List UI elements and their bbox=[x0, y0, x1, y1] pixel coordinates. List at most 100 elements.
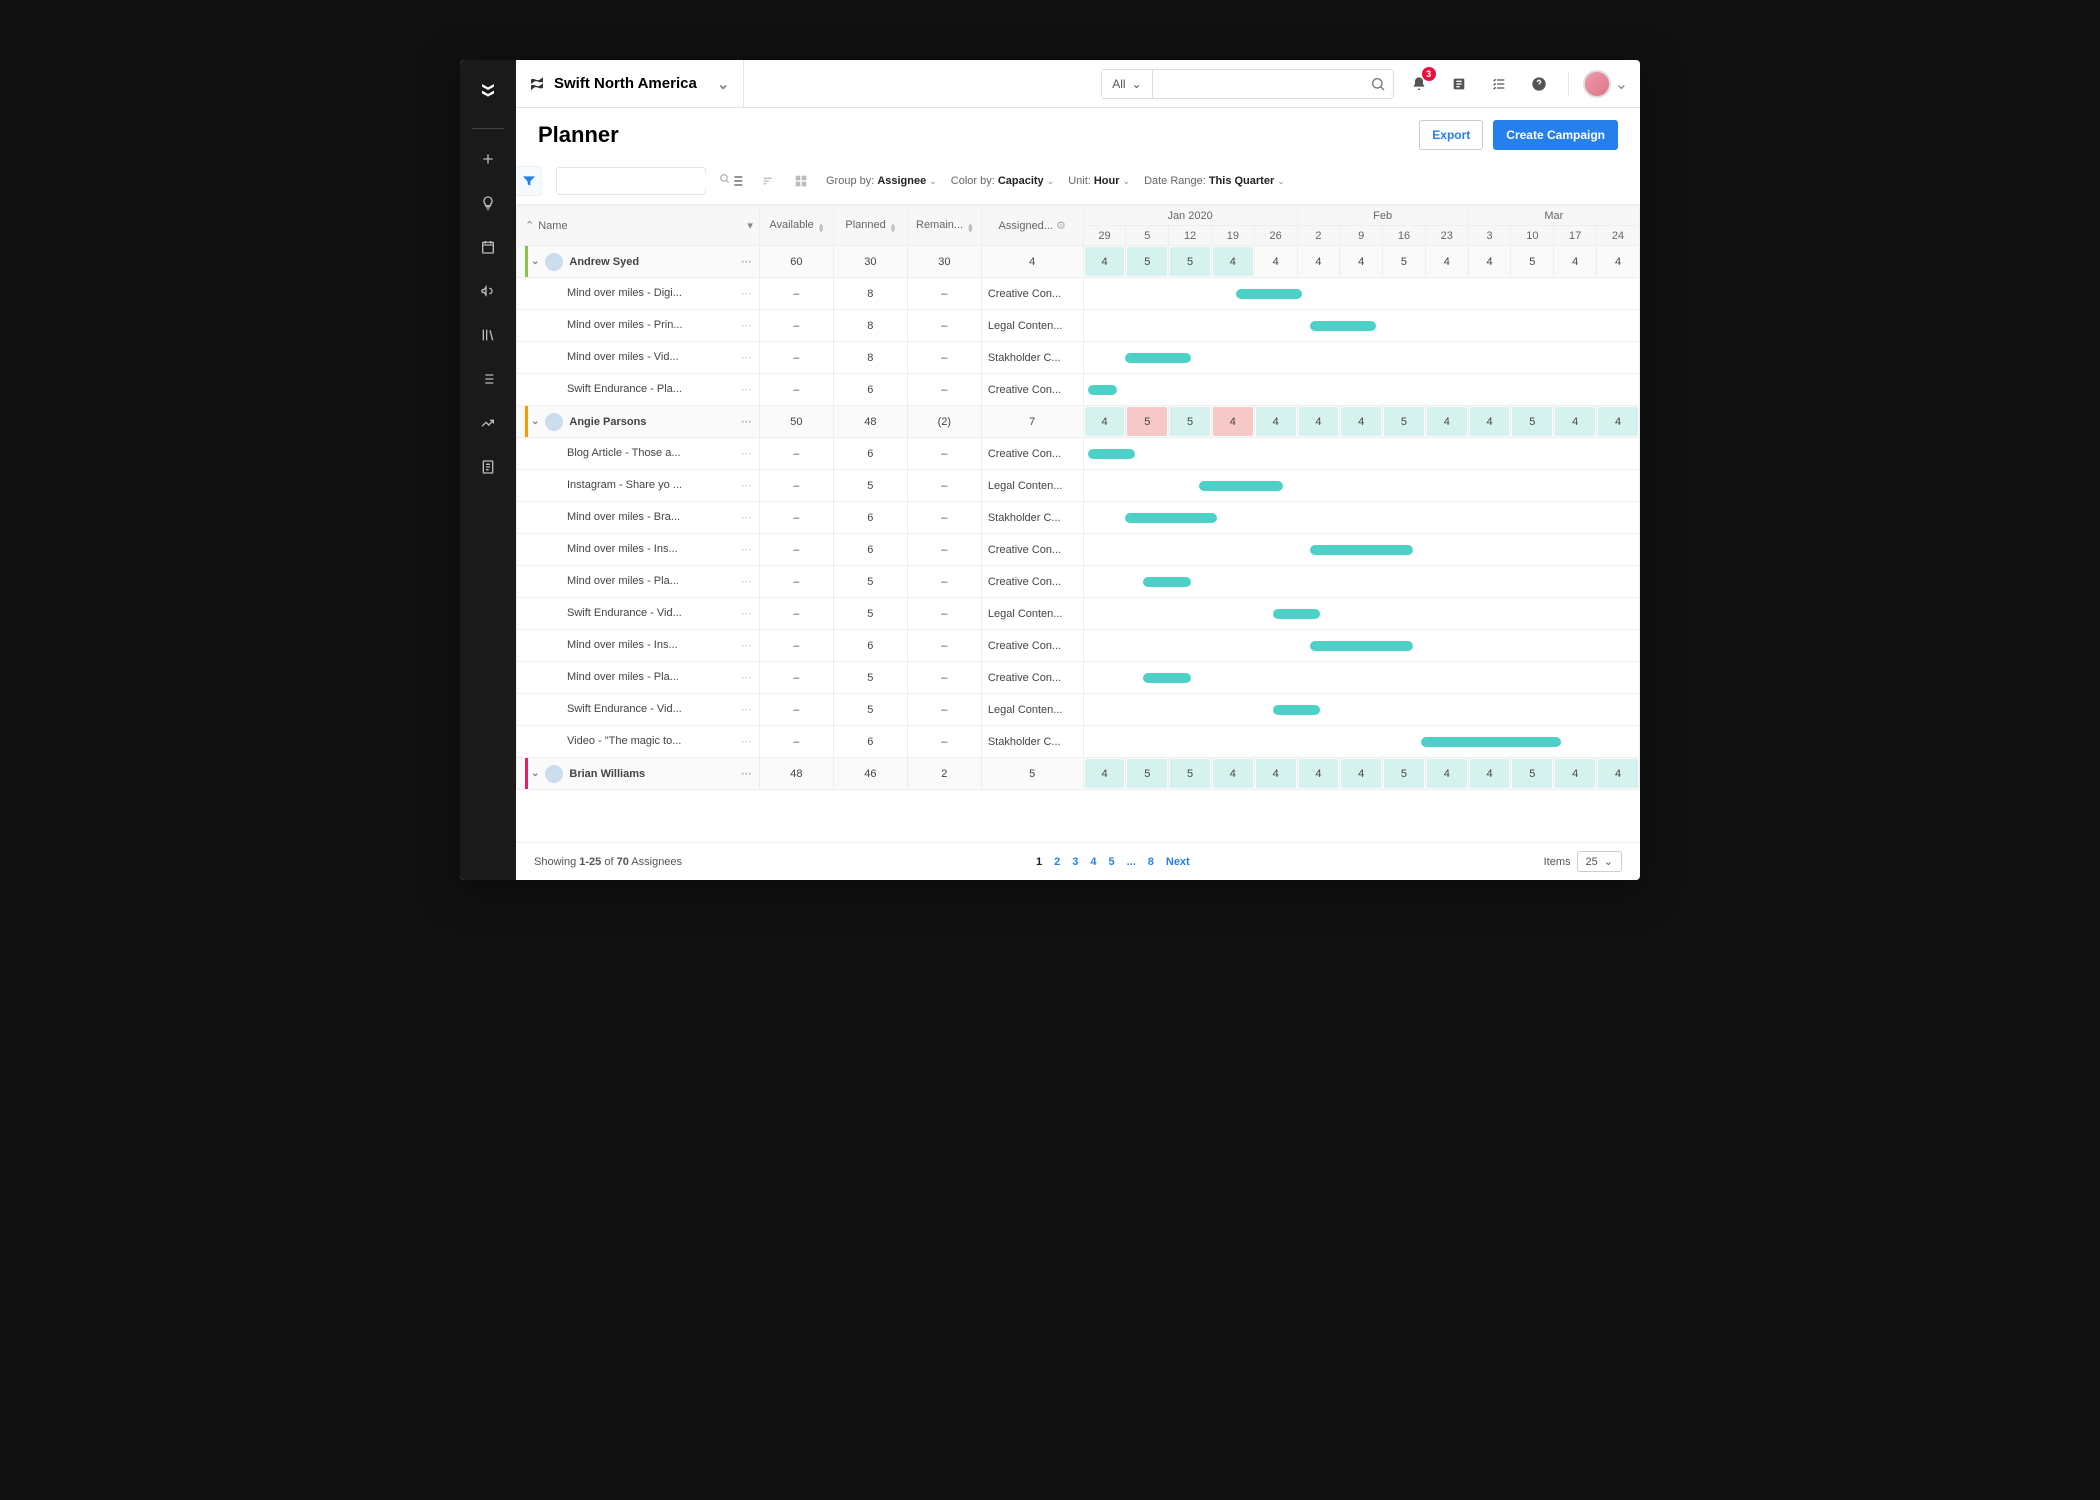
more-icon[interactable]: ⋯ bbox=[735, 383, 759, 396]
col-assigned[interactable]: Assigned... ⚙ bbox=[981, 206, 1083, 246]
list-icon[interactable] bbox=[468, 359, 508, 399]
notifications-icon[interactable]: 3 bbox=[1404, 69, 1434, 99]
collapse-icon[interactable]: ⌄ bbox=[531, 416, 539, 427]
sort-icon[interactable]: ▴▾ bbox=[819, 223, 824, 233]
collapse-icon[interactable]: ⌄ bbox=[531, 768, 539, 779]
page-link[interactable]: 2 bbox=[1054, 856, 1060, 868]
more-icon[interactable]: ⋯ bbox=[735, 607, 759, 620]
page-link[interactable]: 3 bbox=[1072, 856, 1078, 868]
assigned-cell: Creative Con... bbox=[981, 374, 1083, 406]
more-icon[interactable]: ⋯ bbox=[735, 255, 759, 268]
export-button[interactable]: Export bbox=[1419, 120, 1483, 150]
col-remaining[interactable]: Remain... ▴▾ bbox=[907, 206, 981, 246]
gantt-bar[interactable] bbox=[1199, 481, 1284, 491]
more-icon[interactable]: ⋯ bbox=[735, 767, 759, 780]
gantt-bar[interactable] bbox=[1125, 513, 1217, 523]
task-name: Mind over miles - Digi... bbox=[567, 287, 682, 299]
global-search: All⌄ bbox=[1101, 69, 1393, 99]
more-icon[interactable]: ⋯ bbox=[735, 575, 759, 588]
page-link[interactable]: 1 bbox=[1036, 856, 1042, 868]
sort-icon[interactable] bbox=[758, 170, 780, 192]
col-name[interactable]: ⌃Name▾ bbox=[517, 206, 760, 246]
search-filter-select[interactable]: All⌄ bbox=[1102, 70, 1152, 98]
create-campaign-button[interactable]: Create Campaign bbox=[1493, 120, 1618, 150]
search-input[interactable] bbox=[1153, 70, 1363, 98]
assigned-cell: Legal Conten... bbox=[981, 694, 1083, 726]
col-available[interactable]: Available ▴▾ bbox=[759, 206, 833, 246]
more-icon[interactable]: ⋯ bbox=[735, 671, 759, 684]
user-menu[interactable]: ⌄ bbox=[1583, 70, 1628, 98]
gantt-bar[interactable] bbox=[1310, 641, 1413, 651]
capacity-cell: 4 bbox=[1297, 758, 1340, 790]
gantt-bar[interactable] bbox=[1273, 705, 1321, 715]
library-icon[interactable] bbox=[468, 315, 508, 355]
more-icon[interactable]: ⋯ bbox=[735, 543, 759, 556]
capacity-cell: 4 bbox=[1468, 758, 1511, 790]
megaphone-icon[interactable] bbox=[468, 271, 508, 311]
more-icon[interactable]: ⋯ bbox=[735, 415, 759, 428]
more-icon[interactable]: ⋯ bbox=[735, 703, 759, 716]
logo-icon[interactable] bbox=[468, 70, 508, 110]
color-by-select[interactable]: Color by: Capacity⌄ bbox=[951, 175, 1054, 187]
gantt-bar[interactable] bbox=[1310, 321, 1376, 331]
gantt-bar[interactable] bbox=[1125, 353, 1191, 363]
next-page[interactable]: Next bbox=[1166, 856, 1190, 868]
gantt-bar[interactable] bbox=[1421, 737, 1561, 747]
document-icon[interactable] bbox=[468, 447, 508, 487]
planned-cell: 8 bbox=[833, 342, 907, 374]
items-select[interactable]: 25⌄ bbox=[1577, 851, 1622, 872]
gantt-bar[interactable] bbox=[1143, 577, 1191, 587]
plus-icon[interactable] bbox=[468, 139, 508, 179]
gantt-bar[interactable] bbox=[1143, 673, 1191, 683]
page-header: Planner Export Create Campaign bbox=[516, 108, 1640, 162]
page-link[interactable]: 4 bbox=[1090, 856, 1096, 868]
more-icon[interactable]: ⋯ bbox=[735, 639, 759, 652]
date-range-select[interactable]: Date Range: This Quarter⌄ bbox=[1144, 175, 1285, 187]
gantt-bar[interactable] bbox=[1088, 449, 1136, 459]
assigned-cell: Legal Conten... bbox=[981, 598, 1083, 630]
grid-view-icon[interactable] bbox=[790, 170, 812, 192]
more-icon[interactable]: ⋯ bbox=[735, 479, 759, 492]
checklist-icon[interactable] bbox=[1484, 69, 1514, 99]
capacity-cell: 4 bbox=[1554, 246, 1597, 278]
gantt-bar[interactable] bbox=[1236, 289, 1302, 299]
sort-icon[interactable]: ▴▾ bbox=[891, 223, 896, 233]
help-icon[interactable] bbox=[1524, 69, 1554, 99]
chevron-down-icon: ⌄ bbox=[1123, 176, 1131, 187]
search-icon[interactable] bbox=[1363, 70, 1393, 98]
workspace-switcher[interactable]: Swift North America ⌄ bbox=[528, 60, 744, 107]
more-icon[interactable]: ⋯ bbox=[735, 319, 759, 332]
task-row: Blog Article - Those a...⋯–6–Creative Co… bbox=[517, 438, 1640, 470]
capacity-cell: 4 bbox=[1425, 246, 1468, 278]
collapse-icon[interactable]: ⌄ bbox=[531, 256, 539, 267]
page-link[interactable]: 5 bbox=[1108, 856, 1114, 868]
gantt-bar[interactable] bbox=[1088, 385, 1117, 395]
more-icon[interactable]: ⋯ bbox=[735, 351, 759, 364]
more-icon[interactable]: ⋯ bbox=[735, 511, 759, 524]
grid-search-input[interactable] bbox=[563, 174, 718, 188]
trend-icon[interactable] bbox=[468, 403, 508, 443]
day-header: 19 bbox=[1211, 226, 1254, 246]
calendar-icon[interactable] bbox=[468, 227, 508, 267]
capacity-cell: 5 bbox=[1511, 758, 1554, 790]
more-icon[interactable]: ⋯ bbox=[735, 287, 759, 300]
sort-icon[interactable]: ▴▾ bbox=[968, 223, 973, 233]
planned-cell: 8 bbox=[833, 310, 907, 342]
more-icon[interactable]: ⋯ bbox=[735, 447, 759, 460]
page-link[interactable]: 8 bbox=[1148, 856, 1154, 868]
unit-select[interactable]: Unit: Hour⌄ bbox=[1068, 175, 1130, 187]
lightbulb-icon[interactable] bbox=[468, 183, 508, 223]
gantt-bar[interactable] bbox=[1310, 545, 1413, 555]
list-view-icon[interactable] bbox=[726, 170, 748, 192]
capacity-cell: 4 bbox=[1083, 758, 1126, 790]
more-icon[interactable]: ⋯ bbox=[735, 735, 759, 748]
available-cell: – bbox=[759, 566, 833, 598]
filter-icon[interactable] bbox=[516, 166, 542, 196]
page-link[interactable]: ... bbox=[1127, 856, 1136, 868]
group-by-select[interactable]: Group by: Assignee⌄ bbox=[826, 175, 937, 187]
gantt-bar[interactable] bbox=[1273, 609, 1321, 619]
tasks-icon[interactable] bbox=[1444, 69, 1474, 99]
col-planned[interactable]: Planned ▴▾ bbox=[833, 206, 907, 246]
planned-cell: 30 bbox=[833, 246, 907, 278]
gear-icon[interactable]: ⚙ bbox=[1056, 220, 1066, 232]
